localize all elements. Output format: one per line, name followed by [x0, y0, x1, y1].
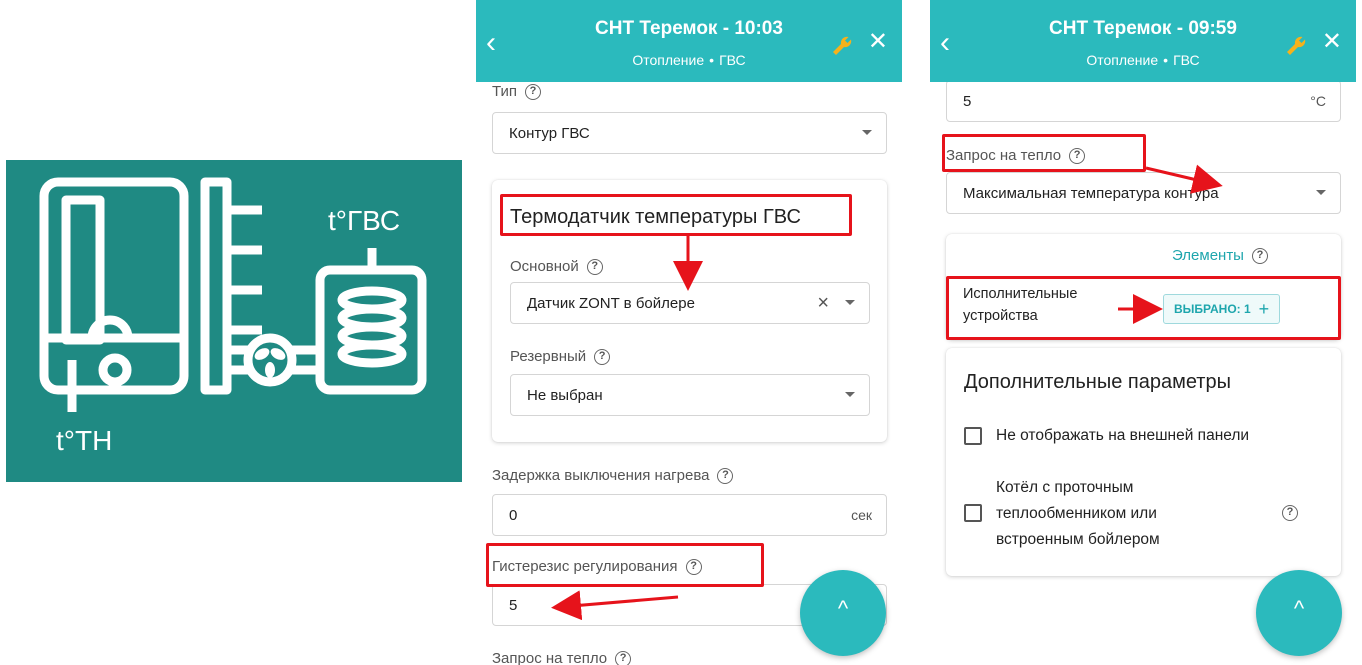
settings-panel-left: Контур ГВС Термодатчик температуры ГВС О… — [476, 0, 902, 665]
dhw-temp-label: t°ГВС — [328, 205, 401, 236]
heat-pump-temp-label: t°ТН — [56, 425, 113, 456]
annotation-arrows — [551, 236, 703, 621]
annotation-arrows — [1118, 164, 1223, 324]
settings-panel-right: 5 °C Запрос на тепло ? Максимальная темп… — [930, 0, 1356, 665]
heat-pump-dhw-illustration: t°ГВС t°ТН — [6, 160, 462, 482]
